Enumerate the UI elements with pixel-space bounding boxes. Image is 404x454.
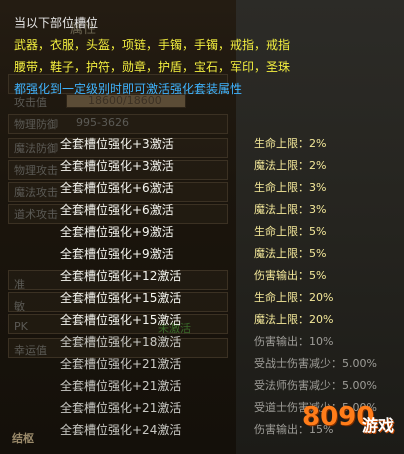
bonus-condition: 全套槽位强化+24激活: [60, 423, 182, 437]
bonus-effect: 受法师伤害减少：5.00%: [254, 379, 377, 392]
bonus-condition: 全套槽位强化+21激活: [60, 379, 182, 393]
bonus-row: 全套槽位强化+3激活 魔法上限：2%: [0, 156, 404, 176]
bonus-condition: 全套槽位强化+18激活: [60, 335, 182, 349]
phys-def-value: 995-3626: [76, 116, 129, 129]
phys-def-label: 物理防御: [14, 118, 58, 131]
bonus-condition: 全套槽位强化+3激活: [60, 159, 174, 173]
bonus-row: 全套槽位强化+21激活 受战士伤害减少：5.00%: [0, 354, 404, 374]
bonus-effect: 伤害输出：5%: [254, 269, 327, 282]
bonus-row: 全套槽位强化+9激活 魔法上限：5%: [0, 244, 404, 264]
bonus-condition: 全套槽位强化+21激活: [60, 401, 182, 415]
bonus-effect: 伤害输出：10%: [254, 335, 334, 348]
bonus-condition: 全套槽位强化+9激活: [60, 225, 174, 239]
bonus-row: 全套槽位强化+15激活 魔法上限：20%: [0, 310, 404, 330]
bonus-effect: 魔法上限：3%: [254, 203, 327, 216]
bonus-row: 全套槽位强化+3激活 生命上限：2%: [0, 134, 404, 154]
bonus-effect: 生命上限：5%: [254, 225, 327, 238]
bonus-effect: 受战士伤害减少：5.00%: [254, 357, 377, 370]
bonus-condition: 全套槽位强化+15激活: [60, 291, 182, 305]
tooltip-activation-note: 都强化到一定级别时即可激活强化套装属性: [14, 82, 243, 96]
bonus-row: 全套槽位强化+21激活 受法师伤害减少：5.00%: [0, 376, 404, 396]
bonus-condition: 全套槽位强化+3激活: [60, 137, 174, 151]
bonus-effect: 生命上限：20%: [254, 291, 334, 304]
bonus-effect: 魔法上限：20%: [254, 313, 334, 326]
bonus-row: 全套槽位强化+18激活 伤害输出：10%: [0, 332, 404, 352]
bonus-row: 全套槽位强化+6激活 生命上限：3%: [0, 178, 404, 198]
bonus-effect: 魔法上限：2%: [254, 159, 327, 172]
bonus-condition: 全套槽位强化+21激活: [60, 357, 182, 371]
watermark-text: 游戏: [362, 416, 395, 435]
tooltip-slot-list: 腰带，鞋子，护符，勋章，护盾，宝石，军印，圣珠: [14, 60, 291, 74]
tooltip-header: 当以下部位槽位 武器，衣服，头盔，项链，手镯，手镯，戒指，戒指 腰带，鞋子，护符…: [10, 10, 318, 102]
bonus-row: 全套槽位强化+15激活 生命上限：20%: [0, 288, 404, 308]
bonus-effect: 生命上限：3%: [254, 181, 327, 194]
site-watermark-logo: 8090 游戏: [300, 400, 404, 454]
bonus-effect: 魔法上限：5%: [254, 247, 327, 260]
bonus-condition: 全套槽位强化+9激活: [60, 247, 174, 261]
bonus-row: 全套槽位强化+6激活 魔法上限：3%: [0, 200, 404, 220]
bonus-condition: 全套槽位强化+6激活: [60, 181, 174, 195]
bonus-condition: 全套槽位强化+12激活: [60, 269, 182, 283]
bonus-condition: 全套槽位强化+15激活: [60, 313, 182, 327]
tooltip-line-intro: 当以下部位槽位: [14, 16, 99, 30]
tooltip-slot-list: 武器，衣服，头盔，项链，手镯，手镯，戒指，戒指: [14, 38, 291, 52]
bonus-row: 全套槽位强化+12激活 伤害输出：5%: [0, 266, 404, 286]
bonus-condition: 全套槽位强化+6激活: [60, 203, 174, 217]
bonus-effect: 生命上限：2%: [254, 137, 327, 150]
bonus-row: 全套槽位强化+9激活 生命上限：5%: [0, 222, 404, 242]
